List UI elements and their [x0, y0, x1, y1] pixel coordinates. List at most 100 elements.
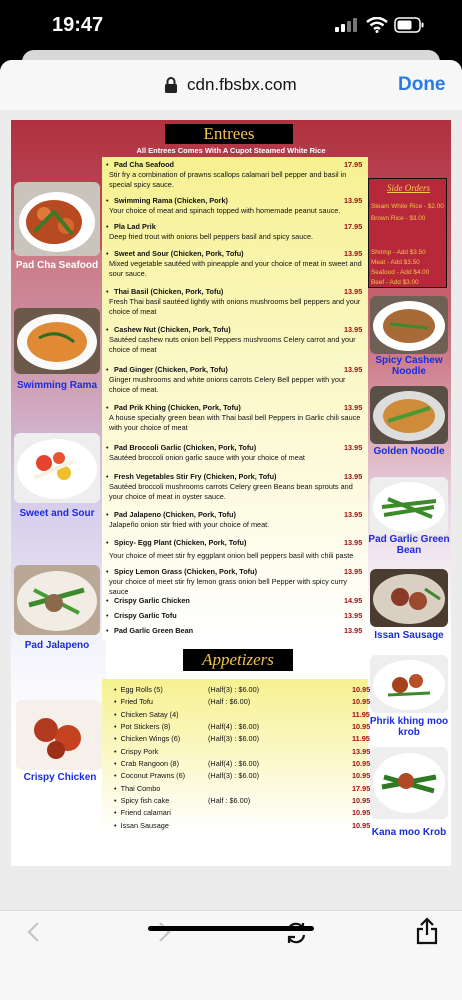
- appetizers-title: Appetizers: [183, 649, 293, 671]
- entree-item: • Pad Cha Seafood Stir fry a combination o…: [106, 160, 368, 189]
- appetizer-row: • Chicken Satay (4) 11.95: [114, 710, 370, 719]
- appetizer-name: Friend calamari: [120, 808, 171, 817]
- photo-caption: Phrik khing moo krob: [369, 716, 449, 738]
- side-order-line: Seafood - Add $4.00: [371, 269, 430, 276]
- status-bar: 19:47: [0, 0, 462, 54]
- battery-icon: [394, 17, 424, 33]
- entree-desc: Stir fry a combination of prawns scallop…: [109, 169, 347, 189]
- side-order-line: Shrimp - Add $3.50: [371, 249, 426, 256]
- side-order-line: Meat - Add $3.50: [371, 259, 420, 266]
- entree-item: • Fresh Vegetables Stir Fry (Chicken, Por…: [106, 472, 368, 501]
- entree-name: Pad Jalapeno (Chicken, Pork, Tofu): [114, 510, 236, 519]
- entree-item: • Crispy Garlic Tofu: [106, 611, 177, 620]
- entree-price: 13.95: [344, 196, 363, 205]
- entree-item: • Spicy- Egg Plant (Chicken, Pork, Tofu) Y…: [106, 538, 368, 561]
- entree-price: 14.95: [344, 596, 363, 605]
- entree-item: • Crispy Garlic Chicken: [106, 596, 190, 605]
- entree-name: Pad Ginger (Chicken, Pork, Tofu): [114, 365, 228, 374]
- url-host[interactable]: cdn.fbsbx.com: [187, 75, 297, 95]
- appetizer-name: Issan Sausage: [120, 821, 169, 830]
- photo-caption: Sweet and Sour: [19, 508, 95, 519]
- entree-desc: Ginger mushrooms and white onions carrot…: [109, 374, 346, 394]
- entree-price: 13.95: [344, 287, 363, 296]
- entree-name: Pad Prik Khing (Chicken, Pork, Tofu): [114, 403, 241, 412]
- url-bar: cdn.fbsbx.com Done: [0, 60, 462, 110]
- appetizer-price: 10.95: [352, 808, 371, 817]
- appetizer-row: • Coconut Prawns (6) (Half(3) : $6.00) 10.…: [114, 771, 371, 780]
- entree-name: Crispy Garlic Tofu: [114, 611, 177, 620]
- appetizer-name: Thai Combo: [120, 784, 161, 793]
- reload-icon[interactable]: [284, 921, 308, 945]
- forward-icon[interactable]: [158, 921, 172, 943]
- photo-caption: Pad Jalapeno: [24, 640, 90, 651]
- appetizer-half: (Half(3) : $6.00): [208, 734, 260, 743]
- side-orders-box: Side Orders Steam White Rice - $2.00 Bro…: [368, 178, 447, 288]
- appetizer-row: • Egg Rolls (5) (Half(3) : $6.00) 10.95: [114, 685, 371, 694]
- home-indicator[interactable]: [148, 926, 314, 931]
- entree-price: 13.95: [344, 510, 363, 519]
- appetizer-price: 17.95: [352, 784, 371, 793]
- appetizer-price: 10.95: [352, 685, 371, 694]
- appetizer-price: 10.95: [352, 796, 371, 805]
- entree-desc: your choice of meet stir fry lemon grass…: [109, 576, 348, 596]
- appetizer-half: (Half : $6.00): [208, 697, 251, 706]
- entrees-title: Entrees: [165, 124, 293, 144]
- entree-desc: Sautéed broccoli mushrooms carrots Celer…: [109, 481, 353, 501]
- photo-caption: Golden Noodle: [373, 446, 445, 457]
- entree-desc: Sautéed broccoli onion garlic sauce with…: [109, 452, 305, 462]
- side-order-line: Steam White Rice - $2.00: [371, 203, 444, 210]
- entree-item: • Pad Jalapeno (Chicken, Pork, Tofu) Jalap…: [106, 510, 368, 530]
- appetizer-name: Fried Tofu: [120, 697, 153, 706]
- side-orders-title: Side Orders: [387, 183, 430, 193]
- entrees-subtitle: All Entrees Comes With A Cupot Steamed W…: [136, 146, 326, 155]
- entree-name: Sweet and Sour (Chicken, Pork, Tofu): [114, 249, 244, 258]
- entree-desc: Fresh Thai basil sautéed lightly with on…: [109, 296, 361, 316]
- done-button[interactable]: Done: [398, 74, 446, 96]
- entree-name: Swimming Rama (Chicken, Pork): [114, 196, 228, 205]
- cellular-signal-icon: [335, 18, 357, 32]
- photo-caption: Pad Cha Seafood: [15, 260, 99, 271]
- phone-screen: 19:47 cdn.fbsbx.com Done Entrees All Ent…: [0, 0, 462, 1000]
- appetizer-name: Coconut Prawns (6): [120, 771, 186, 780]
- entree-desc: Your choice of meet stir fry eggplant on…: [109, 550, 354, 560]
- document-viewport[interactable]: Entrees All Entrees Comes With A Cupot S…: [0, 110, 462, 910]
- photo-caption: Issan Sausage: [374, 630, 444, 641]
- issan-sausage-photo: [370, 569, 448, 627]
- pad-cha-seafood-photo: [14, 182, 100, 256]
- entree-name: Pla Lad Prik: [114, 222, 156, 231]
- photo-caption: Crispy Chicken: [23, 772, 97, 783]
- entree-item: • Thai Basil (Chicken, Pork, Tofu) Fresh T…: [106, 287, 368, 316]
- entree-desc: A house specialty green bean with Thai b…: [109, 412, 361, 432]
- swimming-rama-photo: [14, 308, 100, 374]
- entree-price: 13.95: [344, 626, 363, 635]
- entree-item: • Pla Lad Prik Deep fried trout with onion…: [106, 222, 368, 242]
- kana-moo-krob-photo: [370, 747, 448, 819]
- entree-price: 13.95: [344, 443, 363, 452]
- photo-caption: Swimming Rama: [16, 380, 98, 391]
- appetizer-row: • Issan Sausage 10.95: [114, 821, 371, 830]
- back-icon[interactable]: [26, 921, 40, 943]
- entree-desc: Your choice of meat and spinach topped w…: [109, 205, 341, 215]
- appetizer-row: • Chicken Wings (6) (Half(3) : $6.00) 11.9…: [114, 734, 370, 743]
- entree-price: 13.95: [344, 325, 363, 334]
- appetizer-row: • Spicy fish cake (Half : $6.00) 10.95: [114, 796, 371, 805]
- appetizer-name: Pot Stickers (8): [120, 722, 171, 731]
- share-icon[interactable]: [416, 917, 438, 945]
- entree-price: 13.95: [344, 365, 363, 374]
- crispy-chicken-photo: [16, 700, 102, 770]
- status-time: 19:47: [52, 14, 104, 36]
- appetizer-row: • Crab Rangoon (8) (Half(4) : $6.00) 10.95: [114, 759, 371, 768]
- appetizer-name: Spicy fish cake: [120, 796, 170, 805]
- entree-name: Spicy Lemon Grass (Chicken, Pork, Tofu): [114, 567, 257, 576]
- appetizer-price: 13.95: [352, 747, 371, 756]
- entree-desc: Deep fried trout with onions bell pepper…: [109, 231, 314, 241]
- appetizer-row: • Crispy Pork 13.95: [114, 747, 371, 756]
- entree-name: Cashew Nut (Chicken, Pork, Tofu): [114, 325, 231, 334]
- appetizer-row: • Fried Tofu (Half : $6.00) 10.95: [114, 697, 371, 706]
- entree-price: 13.95: [344, 249, 363, 258]
- entree-name: Spicy- Egg Plant (Chicken, Pork, Tofu): [114, 538, 247, 547]
- menu-page: Entrees All Entrees Comes With A Cupot S…: [11, 120, 451, 866]
- entree-price: 13.95: [344, 567, 363, 576]
- entree-price: 13.95: [344, 611, 363, 620]
- spicy-cashew-noodle-photo: [370, 296, 448, 354]
